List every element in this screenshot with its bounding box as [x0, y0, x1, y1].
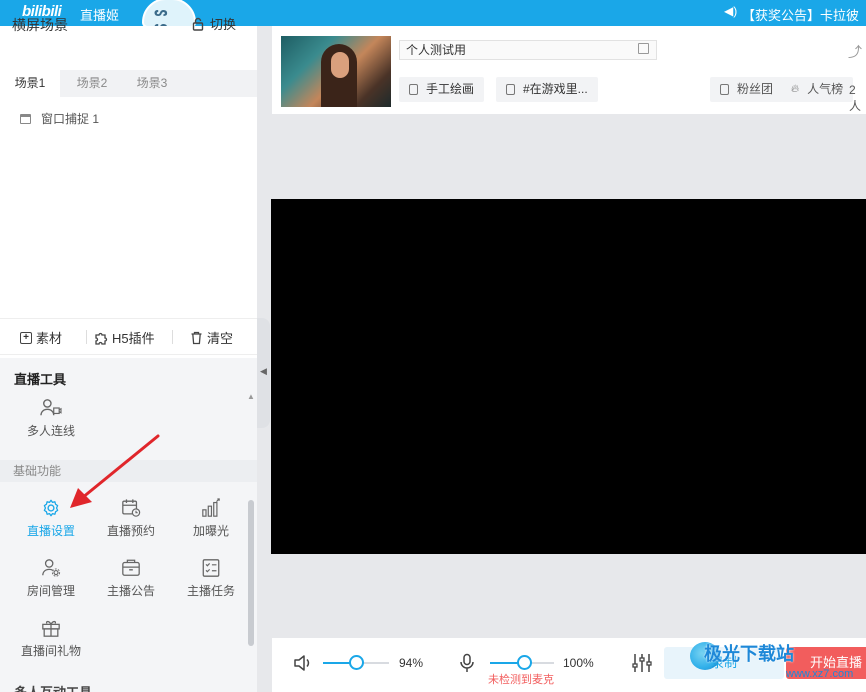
fan-club-label: 粉丝团: [737, 82, 774, 96]
collapse-panel-handle[interactable]: ◀: [257, 318, 270, 428]
speaker-icon: ◀): [724, 4, 738, 18]
tools-scrollbar[interactable]: [248, 500, 254, 646]
speaker-volume-slider[interactable]: [323, 655, 389, 670]
speaker-slider-knob[interactable]: [349, 655, 364, 670]
tag-chip[interactable]: #在游戏里...: [496, 77, 598, 102]
switch-label: 切换: [210, 17, 237, 32]
scene-tabs: 场景1 场景2 场景3: [0, 70, 257, 97]
microphone-icon[interactable]: [459, 653, 475, 673]
popularity-chip[interactable]: 🔥︎ 人气榜: [781, 77, 854, 102]
user-gear-icon: [42, 559, 61, 577]
announcement-label: 主播公告: [106, 584, 155, 598]
mascot-icon: ᔕ ᔕ: [142, 0, 196, 33]
mic-warning: 未检测到麦克: [488, 674, 554, 686]
room-management-label: 房间管理: [26, 584, 75, 598]
announcement-icon: [122, 559, 140, 576]
watermark-url: www.xz7.com: [786, 668, 854, 680]
clear-label: 清空: [207, 331, 234, 346]
multi-user-video-icon: [40, 399, 62, 416]
plus-icon: +: [20, 331, 32, 344]
category-chip[interactable]: 手工绘画: [399, 77, 485, 102]
add-material-button[interactable]: + 素材: [20, 328, 62, 347]
room-title-field[interactable]: 个人测试用: [399, 40, 657, 60]
add-material-label: 素材: [36, 331, 63, 346]
viewer-count: 2人: [849, 83, 862, 113]
mixer-icon[interactable]: [631, 653, 653, 673]
mic-slider-knob[interactable]: [517, 655, 532, 670]
category-label: 手工绘画: [426, 82, 475, 96]
h5-plugin-label: H5插件: [112, 331, 155, 346]
mic-volume-value: 100%: [563, 656, 594, 670]
share-icon[interactable]: ⤴: [848, 42, 862, 62]
tab-scene-3[interactable]: 场景3: [122, 70, 182, 97]
announcement-text[interactable]: 【获奖公告】卡拉彼: [742, 5, 859, 24]
gift-icon: [42, 620, 60, 637]
tab-scene-1[interactable]: 场景1: [0, 70, 60, 97]
watermark-text: 极光下载站: [704, 644, 794, 664]
bar-chart-up-icon: [202, 498, 220, 517]
speaker-volume-value: 94%: [399, 656, 424, 670]
more-section-label: 多人互动工具: [14, 682, 92, 692]
flame-icon: 🔥︎: [791, 83, 800, 95]
puzzle-icon: [95, 332, 108, 345]
tools-title: 直播工具: [14, 372, 67, 387]
clear-button[interactable]: 清空: [190, 328, 233, 347]
window-icon: [20, 113, 31, 124]
room-gifts-tool[interactable]: 直播间礼物: [13, 618, 89, 659]
task-list-icon: [202, 559, 220, 577]
document-icon: [409, 84, 418, 95]
tab-scene-2[interactable]: 场景2: [62, 70, 122, 97]
chevron-left-icon: ◀: [260, 366, 267, 376]
source-label: 窗口捕捉 1: [41, 112, 100, 126]
source-toolbar: + 素材 H5插件 清空: [0, 318, 257, 355]
edit-icon[interactable]: [638, 43, 649, 54]
hash-icon: [506, 84, 515, 95]
app-name: 直播姬: [80, 8, 120, 23]
annotation-arrow: [70, 434, 160, 508]
divider: [86, 330, 87, 344]
scroll-up-arrow[interactable]: ▲: [247, 392, 255, 401]
popularity-label: 人气榜: [807, 82, 844, 96]
stream-preview-canvas[interactable]: [271, 199, 866, 554]
mic-volume-slider[interactable]: [490, 655, 554, 670]
streamer-tasks-tool[interactable]: 主播任务: [173, 558, 249, 599]
room-management-tool[interactable]: 房间管理: [13, 558, 89, 599]
gear-icon: [43, 499, 59, 517]
room-gifts-label: 直播间礼物: [20, 644, 81, 658]
fan-club-chip[interactable]: 粉丝团: [710, 77, 784, 102]
h5-plugin-button[interactable]: H5插件: [94, 328, 155, 347]
trash-icon: [191, 331, 202, 344]
live-settings-label: 直播设置: [26, 524, 75, 538]
badge-icon: [720, 84, 729, 95]
room-cover-thumbnail[interactable]: [281, 36, 391, 107]
lock-icon: [192, 17, 204, 31]
announcement-tool[interactable]: 主播公告: [93, 558, 169, 599]
boost-exposure-label: 加曝光: [192, 524, 229, 538]
tag-label: #在游戏里...: [523, 82, 588, 96]
streamer-tasks-label: 主播任务: [186, 584, 235, 598]
boost-exposure-tool[interactable]: 加曝光: [173, 498, 249, 539]
speaker-volume-icon[interactable]: [293, 654, 315, 672]
divider: [172, 330, 173, 344]
source-item[interactable]: 窗口捕捉 1: [20, 110, 99, 127]
switch-orientation-button[interactable]: 切换: [192, 14, 236, 33]
scene-title: 横屏场景: [12, 17, 68, 33]
live-schedule-label: 直播预约: [106, 524, 155, 538]
